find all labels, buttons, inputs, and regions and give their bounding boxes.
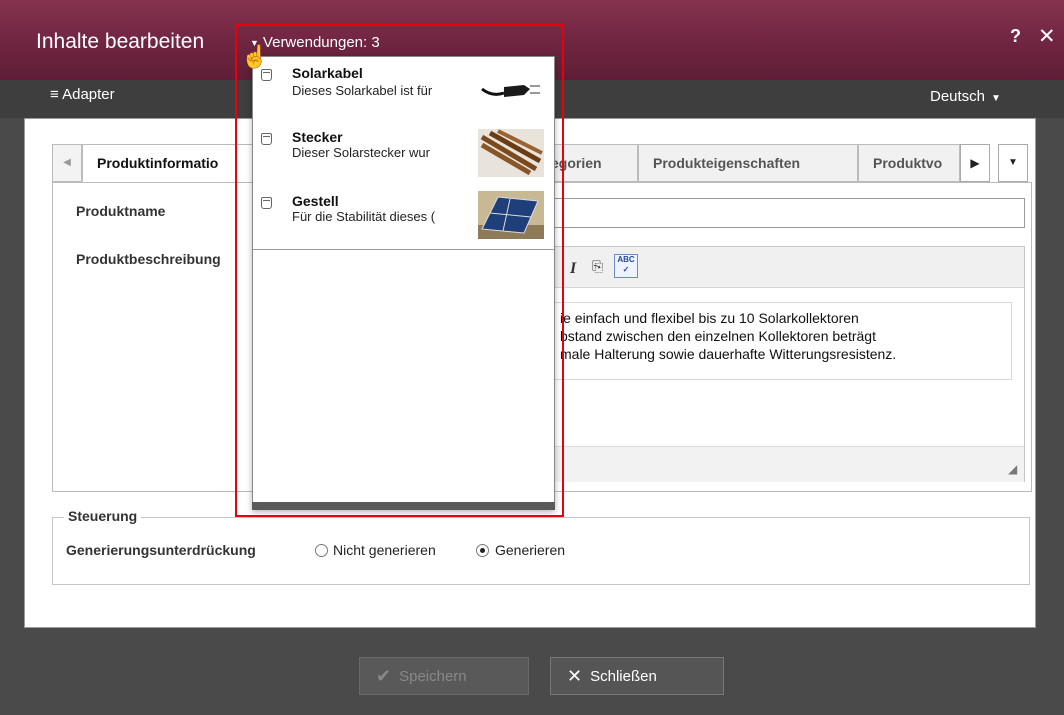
editor-statusbar [549,446,1024,482]
radio-generate[interactable] [476,544,489,557]
link-icon[interactable]: ⎘ [592,258,603,275]
italic-icon[interactable]: I [570,260,576,278]
save-button[interactable]: ✔ Speichern [359,657,529,695]
hand-cursor-icon: ☝ [241,44,269,69]
chevron-down-icon: ▼ [991,93,1001,104]
close-icon: ✕ [567,666,583,686]
tab-menu-icon[interactable]: ▼ [998,144,1028,182]
help-icon[interactable]: ? [1010,26,1021,47]
highlight-frame [235,24,564,517]
dialog-title: Inhalte bearbeiten [36,30,205,53]
product-name-label: Produktname [76,203,166,219]
check-icon: ✔ [376,666,392,686]
close-button[interactable]: ✕ Schließen [550,657,724,695]
language-label: Deutsch [930,88,986,105]
language-select[interactable]: Deutsch ▼ [930,88,1001,105]
tab-prev-icon[interactable]: ◀ [52,144,82,182]
description-line: bstand zwischen den einzelnen Kollektore… [560,328,876,344]
tab-produkteigenschaften[interactable]: Produkteigenschaften [638,144,858,182]
description-text: ie einfach und flexibel bis zu 10 Solark… [560,309,1020,363]
radio-no-generate-label[interactable]: Nicht generieren [333,542,436,558]
close-label: Schließen [590,668,657,685]
control-legend: Steuerung [64,508,142,524]
close-icon[interactable]: ✕ [1038,24,1056,49]
save-label: Speichern [399,668,467,685]
tab-produktvorschau[interactable]: Produktvo [858,144,960,182]
tab-next-icon[interactable]: ▶ [960,144,990,182]
spellcheck-icon[interactable]: ABC ✓ [614,254,638,278]
adapter-menu[interactable]: ≡ Adapter [50,86,115,103]
resize-handle-icon[interactable]: ◢ [1008,462,1017,476]
adapter-label: Adapter [62,86,115,103]
description-label: Produktbeschreibung [76,251,221,267]
generation-label: Generierungsunterdrückung [66,542,256,558]
menu-icon: ≡ [50,86,63,103]
description-line: ie einfach und flexibel bis zu 10 Solark… [560,310,859,326]
product-name-input[interactable] [548,198,1025,228]
radio-generate-label[interactable]: Generieren [495,542,565,558]
radio-no-generate[interactable] [315,544,328,557]
description-line: male Halterung sowie dauerhafte Witterun… [560,346,897,362]
